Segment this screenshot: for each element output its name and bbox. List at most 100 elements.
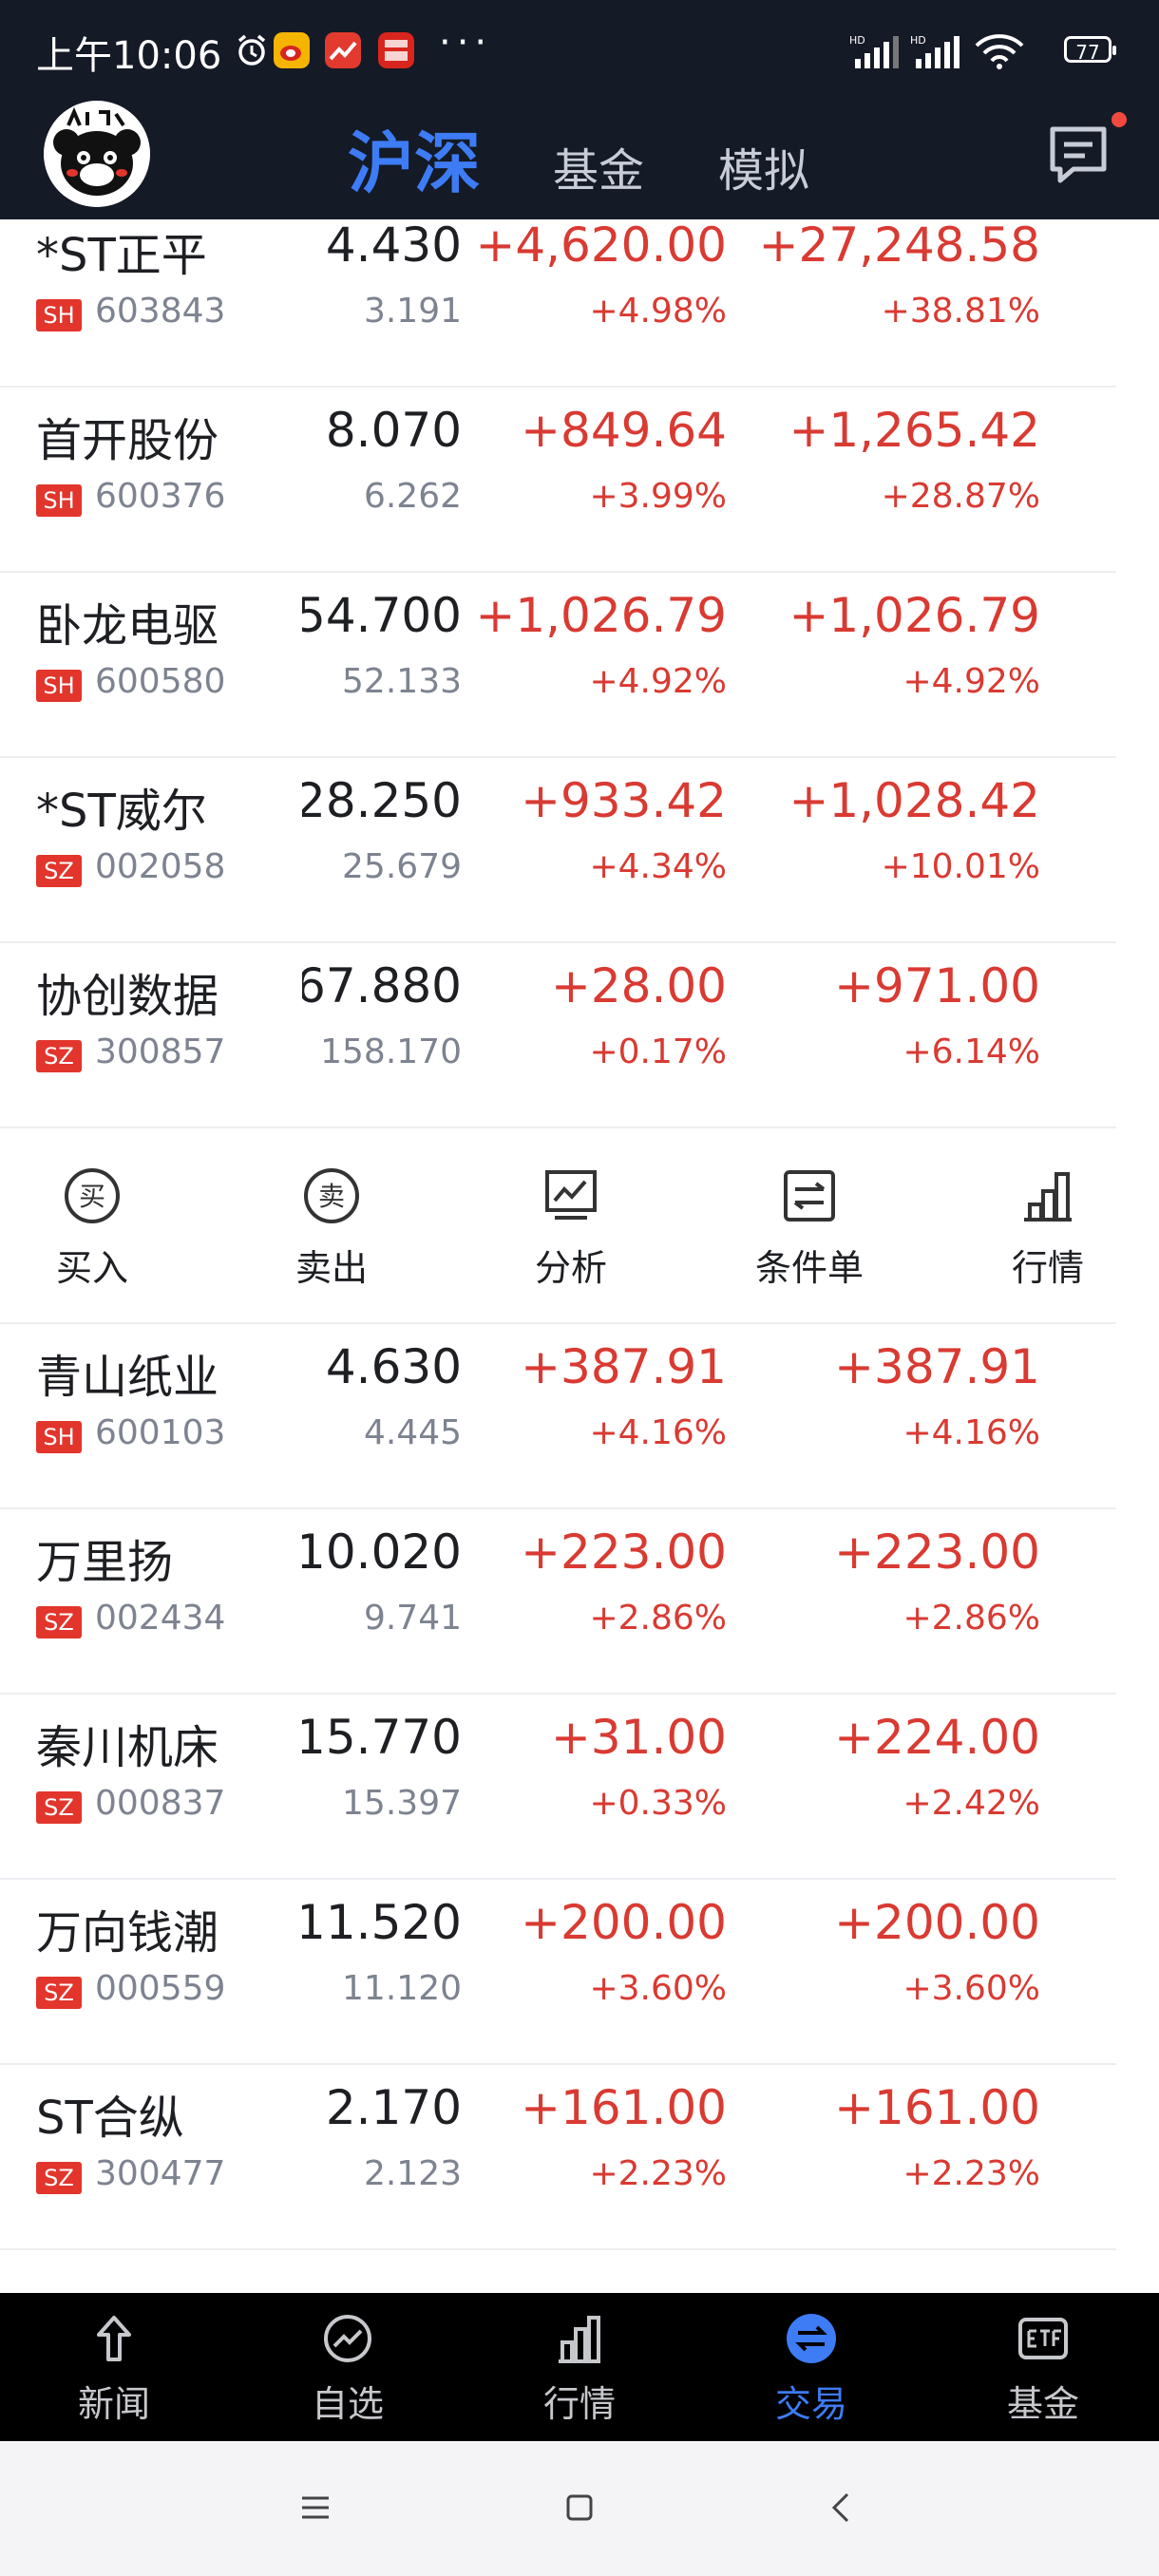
total-pl: +223.00: [834, 1525, 1040, 1580]
tab-watchlist[interactable]: 自选: [281, 2312, 414, 2427]
market-badge: SH: [36, 670, 82, 702]
current-price: 167.880: [302, 958, 462, 1013]
stock-name: 万里扬: [36, 1536, 174, 1589]
wifi-icon: [975, 34, 1024, 69]
market-button[interactable]: 行情: [977, 1166, 1119, 1291]
price-column: 54.700 52.133: [302, 571, 464, 756]
market-badge: SZ: [36, 1606, 82, 1638]
market-icon: [1024, 1172, 1072, 1222]
today-pl: +223.00: [521, 1525, 727, 1580]
price-column: 2.170 2.123: [302, 2063, 464, 2248]
tab-simulation[interactable]: 模拟: [718, 133, 809, 199]
condition-order-button[interactable]: 条件单: [738, 1166, 881, 1291]
stock-name: 青山纸业: [36, 1351, 219, 1404]
market-label: 行情: [1011, 1247, 1084, 1289]
today-pl-percent: +3.60%: [589, 1969, 727, 2008]
total-pl: +1,028.42: [788, 773, 1040, 828]
holding-row[interactable]: 青山纸业 SH 600103 4.630 4.445 +387.91 +4.16% +387.…: [0, 1322, 1116, 1509]
total-pl: +1,026.79: [788, 588, 1040, 643]
today-pl: +28.00: [550, 958, 727, 1013]
holding-row[interactable]: 万向钱潮 SZ 000559 11.520 11.120 +200.00 +3.60% +20…: [0, 1878, 1116, 2065]
current-price: 11.520: [302, 1895, 462, 1950]
market-icon: [559, 2316, 600, 2363]
tab-news[interactable]: 新闻: [48, 2312, 180, 2427]
current-price: 54.700: [302, 588, 462, 643]
holding-row[interactable]: *ST正平 SH 603843 4.430 3.191 +4,620.00 +4.98% +2…: [0, 200, 1116, 388]
stock-name: 首开股份: [36, 414, 219, 467]
fund-etf-icon: [1018, 2318, 1068, 2359]
current-price: 8.070: [325, 403, 462, 458]
current-price: 10.020: [302, 1525, 462, 1580]
current-price: 4.430: [325, 218, 462, 273]
cost-price: 52.133: [342, 662, 462, 701]
stock-code: 000559: [95, 1969, 226, 2008]
total-pl-percent: +4.92%: [902, 662, 1040, 701]
holding-row[interactable]: 卧龙电驱 SH 600580 54.700 52.133 +1,026.79 +4.92% +…: [0, 571, 1116, 758]
total-pl-percent: +3.60%: [902, 1969, 1040, 2008]
current-price: 4.630: [325, 1339, 462, 1394]
notification-badge: [1112, 112, 1127, 127]
buy-button[interactable]: 买 买入: [21, 1166, 163, 1291]
stock-code: 603843: [95, 292, 226, 331]
market-badge: SZ: [36, 1791, 82, 1824]
tab-trade[interactable]: 交易: [745, 2312, 878, 2427]
today-pl: +31.00: [550, 1710, 727, 1765]
today-pl-percent: +2.23%: [589, 2154, 727, 2193]
tab-fund[interactable]: 基金: [553, 133, 644, 199]
tab-market[interactable]: 行情: [513, 2312, 646, 2427]
stock-code: 600580: [95, 662, 226, 701]
total-pl-percent: +6.14%: [902, 1032, 1040, 1071]
home-icon[interactable]: [560, 2489, 598, 2527]
market-badge: SH: [36, 1421, 82, 1453]
total-pl: +971.00: [834, 958, 1040, 1013]
stock-name: 秦川机床: [36, 1721, 219, 1774]
total-pl: +27,248.58: [758, 218, 1040, 273]
stock-name: *ST威尔: [36, 785, 207, 838]
holding-row[interactable]: ST合纵 SZ 300477 2.170 2.123 +161.00 +2.23% +161.…: [0, 2063, 1116, 2250]
market-badge: SZ: [36, 1977, 82, 2009]
svg-text:卖: 卖: [318, 1181, 345, 1212]
bottom-tab-bar: 新闻 自选 行情 交易 基金: [0, 2293, 1159, 2441]
stock-code: 600376: [95, 477, 226, 516]
current-price: 2.170: [325, 2080, 462, 2135]
sell-button[interactable]: 卖 卖出: [260, 1166, 403, 1291]
tab-market-label: 行情: [542, 2383, 616, 2425]
total-pl: +200.00: [834, 1895, 1040, 1950]
action-toolbar: 买 买入 卖 卖出 分析 条件单 行情: [0, 1138, 1116, 1324]
analysis-icon: [545, 1170, 597, 1220]
menu-icon[interactable]: [296, 2489, 334, 2527]
total-pl-percent: +38.81%: [881, 292, 1040, 331]
today-pl-percent: +3.99%: [589, 477, 727, 516]
holding-row[interactable]: 协创数据 SZ 300857 167.880 158.170 +28.00 +0.17% +9…: [0, 941, 1116, 1128]
analysis-button[interactable]: 分析: [500, 1166, 642, 1291]
price-column: 28.250 25.679: [302, 756, 464, 941]
total-pl-percent: +2.86%: [902, 1599, 1040, 1638]
svg-text:HD: HD: [910, 34, 926, 47]
tab-news-label: 新闻: [77, 2383, 150, 2425]
stock-name: ST合纵: [36, 2092, 184, 2145]
system-nav-bar: [0, 2441, 1159, 2576]
market-badge: SZ: [36, 2162, 82, 2194]
stock-name: 卧龙电驱: [36, 599, 219, 653]
holding-row[interactable]: 秦川机床 SZ 000837 15.770 15.397 +31.00 +0.33% +224…: [0, 1693, 1116, 1880]
market-badge: SH: [36, 299, 82, 331]
tab-fund-bottom[interactable]: 基金: [977, 2312, 1110, 2427]
holding-row[interactable]: *ST威尔 SZ 002058 28.250 25.679 +933.42 +4.34% +1…: [0, 756, 1116, 943]
price-column: 10.020 9.741: [302, 1507, 464, 1693]
avatar[interactable]: [44, 101, 150, 207]
tab-fund-label: 基金: [1006, 2383, 1079, 2425]
holding-row[interactable]: 万里扬 SZ 002434 10.020 9.741 +223.00 +2.86% +223.…: [0, 1507, 1116, 1695]
status-more: ···: [439, 21, 493, 65]
today-pl: +200.00: [521, 1895, 727, 1950]
sell-label: 卖出: [294, 1247, 368, 1289]
total-pl: +224.00: [834, 1710, 1040, 1765]
stock-name: 万向钱潮: [36, 1906, 219, 1960]
chat-icon[interactable]: [1045, 122, 1112, 188]
today-pl-percent: +4.98%: [589, 292, 727, 331]
condition-order-icon: [784, 1170, 835, 1222]
cost-price: 25.679: [342, 847, 462, 886]
holding-row[interactable]: 首开股份 SH 600376 8.070 6.262 +849.64 +3.99% +1,26…: [0, 386, 1116, 573]
back-icon[interactable]: [823, 2489, 861, 2527]
tab-hushen[interactable]: 沪深: [348, 110, 481, 206]
cost-price: 158.170: [320, 1032, 462, 1071]
